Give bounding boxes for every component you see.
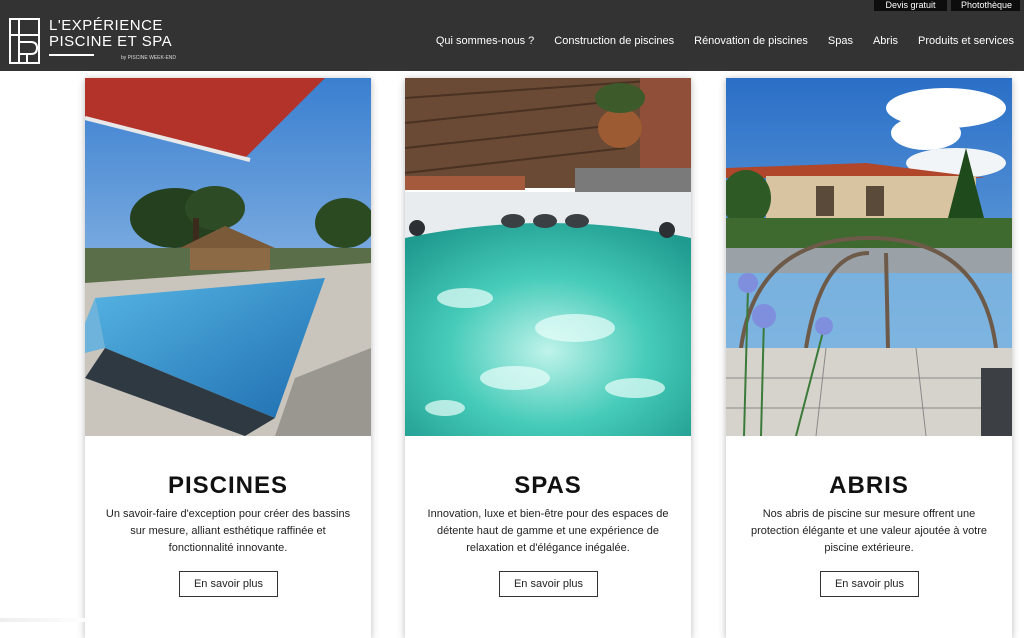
devis-gratuit-link[interactable]: Devis gratuit — [874, 0, 947, 11]
bottom-left-stripe — [0, 618, 92, 622]
logo-line-1: L'EXPÉRIENCE — [49, 18, 172, 34]
spas-image[interactable] — [405, 78, 691, 436]
abris-description: Nos abris de piscine sur mesure offrent … — [742, 506, 996, 557]
piscines-title: PISCINES — [85, 472, 371, 500]
spas-en-savoir-plus-button[interactable]: En savoir plus — [499, 571, 598, 597]
card-piscines: PISCINES Un savoir-faire d'exception pou… — [85, 78, 371, 638]
nav-construction[interactable]: Construction de piscines — [554, 35, 674, 47]
logo-underline — [49, 54, 94, 56]
site-logo[interactable]: L'EXPÉRIENCE PISCINE ET SPA by PISCINE W… — [9, 18, 172, 64]
nav-renovation[interactable]: Rénovation de piscines — [694, 35, 808, 47]
abris-image[interactable] — [726, 78, 1012, 436]
piscines-description: Un savoir-faire d'exception pour créer d… — [101, 506, 355, 557]
phototheque-link[interactable]: Photothèque — [951, 0, 1020, 11]
card-spas: SPAS Innovation, luxe et bien-être pour … — [405, 78, 691, 638]
nav-produits-services[interactable]: Produits et services — [918, 35, 1014, 47]
logo-mark-icon — [9, 18, 40, 64]
card-abris: ABRIS Nos abris de piscine sur mesure of… — [726, 78, 1012, 638]
logo-line-2: PISCINE ET SPA — [49, 34, 172, 50]
main-nav: Qui sommes-nous ? Construction de piscin… — [436, 35, 1014, 47]
spas-photo-illustration — [405, 78, 691, 436]
logo-byline: by PISCINE WEEK-END — [121, 55, 176, 61]
piscines-image[interactable] — [85, 78, 371, 436]
nav-spas[interactable]: Spas — [828, 35, 853, 47]
site-header: Devis gratuit Photothèque L'EXPÉRIENCE P… — [0, 0, 1024, 71]
spas-title: SPAS — [405, 472, 691, 500]
abris-photo-illustration — [726, 78, 1012, 436]
logo-text: L'EXPÉRIENCE PISCINE ET SPA — [49, 18, 172, 56]
piscines-photo-illustration — [85, 78, 371, 436]
abris-en-savoir-plus-button[interactable]: En savoir plus — [820, 571, 919, 597]
abris-title: ABRIS — [726, 472, 1012, 500]
piscines-en-savoir-plus-button[interactable]: En savoir plus — [179, 571, 278, 597]
nav-qui-sommes-nous[interactable]: Qui sommes-nous ? — [436, 35, 534, 47]
top-links: Devis gratuit Photothèque — [874, 0, 1020, 11]
spas-description: Innovation, luxe et bien-être pour des e… — [421, 506, 675, 557]
nav-abris[interactable]: Abris — [873, 35, 898, 47]
